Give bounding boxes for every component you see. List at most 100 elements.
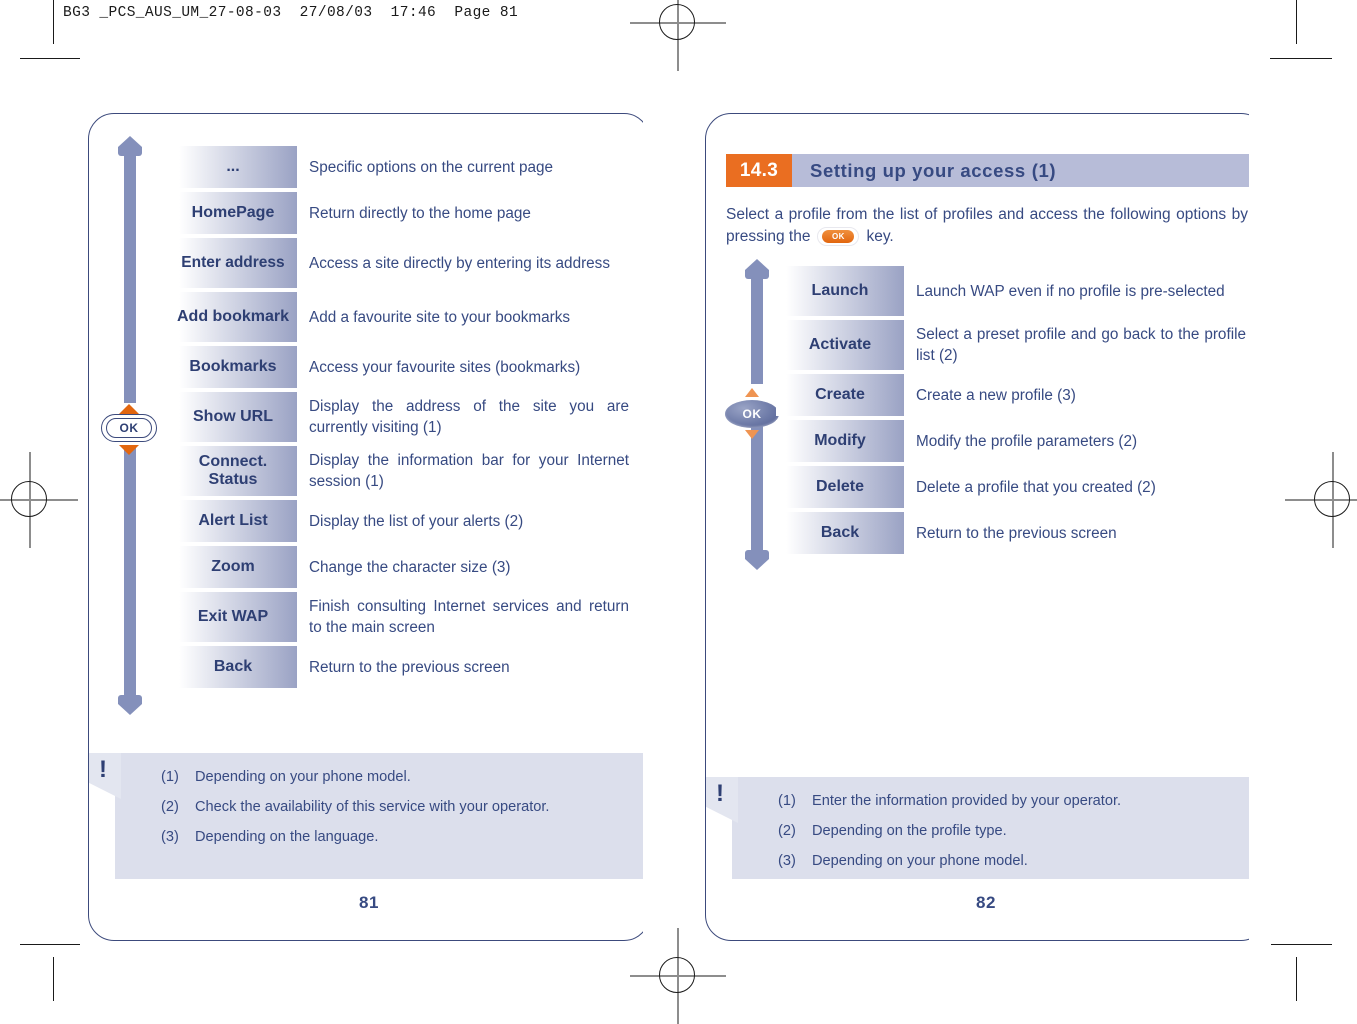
menu-item-description-text: Launch WAP even if no profile is pre-sel… [916,282,1225,300]
menu-item-label[interactable]: Delete [776,466,904,508]
page-edge-mask-left [643,106,665,948]
menu-item-label[interactable]: ... [169,146,297,188]
menu-item-description-text: Display the address of the site you are … [309,398,629,436]
menu-row[interactable]: Create Create a new profile (3) [776,374,1246,416]
menu-row[interactable]: Back Return to the previous screen [776,512,1246,554]
footnote-text: Depending on your phone model. [195,769,411,785]
menu-item-description: Select a preset profile and go back to t… [904,320,1246,370]
menu-item-label[interactable]: Modify [776,420,904,462]
scroll-down-indicator [107,447,153,717]
menu-item-label[interactable]: Show URL [169,392,297,442]
arrow-shaft [751,276,763,384]
menu-item-label[interactable]: Alert List [169,500,297,542]
arrow-shaft [124,447,136,699]
menu-item-description: Access your favourite sites (bookmarks) [309,358,581,376]
menu-item-description: Modify the profile parameters (2) [916,432,1138,450]
menu-item-label[interactable]: HomePage [169,192,297,234]
menu-item-description: Add a favourite site to your bookmarks [309,308,571,326]
menu-row[interactable]: Exit WAP Finish consulting Internet serv… [169,592,629,642]
ok-key-label: OK [742,407,762,421]
intro-text-suffix: key. [866,228,894,245]
crop-mark-top-right-vertical [1296,0,1297,44]
menu-item-label[interactable]: Exit WAP [169,592,297,642]
exclamation-icon: ! [716,780,724,807]
footnote-text: Depending on your phone model. [812,853,1028,869]
registration-circle [659,4,695,40]
ok-key[interactable]: OK [101,414,157,442]
triangle-down-icon [119,445,139,455]
menu-row[interactable]: Alert List Display the list of your aler… [169,500,629,542]
manual-page-left: OK ... Specific options on the current p… [88,113,651,941]
menu-item-label[interactable]: Launch [776,266,904,316]
menu-row[interactable]: HomePage Return directly to the home pag… [169,192,629,234]
menu-item-label[interactable]: Bookmarks [169,346,297,388]
page-edge-mask-right [1249,106,1271,948]
footnote-item: (1) Enter the information provided by yo… [778,791,1246,812]
footnote-list: (1) Depending on your phone model. (2) C… [115,753,651,862]
ok-key-label: OK [119,421,139,435]
ok-key-inline-label: OK [822,230,855,244]
menu-row[interactable]: Delete Delete a profile that you created… [776,466,1246,508]
crop-mark-top-right-horizontal [1270,58,1332,59]
menu-item-label[interactable]: Create [776,374,904,416]
menu-item-description: Access a site directly by entering its a… [297,238,629,288]
menu-row[interactable]: Add bookmark Add a favourite site to you… [169,292,629,342]
menu-item-description: Return directly to the home page [309,204,531,222]
arrow-shaft [751,426,763,554]
menu-item-description: Display the list of your alerts (2) [309,512,524,530]
crop-mark-bottom-right-horizontal [1270,944,1332,945]
footnote-item: (3) Depending on the language. [161,827,629,848]
registration-circle [659,957,695,993]
scroll-up-indicator [107,136,153,406]
menu-item-label[interactable]: Connect. Status [169,446,297,496]
menu-row[interactable]: Back Return to the previous screen [169,646,629,688]
ok-key[interactable]: OK [725,400,779,428]
triangle-up-icon [745,388,759,397]
menu-row[interactable]: Modify Modify the profile parameters (2) [776,420,1246,462]
footnote-box: ! (1) Enter the information provided by … [706,777,1268,879]
menu-row[interactable]: Enter address Access a site directly by … [169,238,629,288]
menu-item-description: Launch WAP even if no profile is pre-sel… [904,266,1246,316]
menu-row[interactable]: ... Specific options on the current page [169,146,629,188]
registration-mark-right [1285,452,1357,548]
menu-item-description: Change the character size (3) [309,558,511,576]
arrow-shaft [124,153,136,403]
arrow-down-icon [118,695,142,715]
menu-item-label[interactable]: Back [776,512,904,554]
menu-item-description: Delete a profile that you created (2) [916,478,1156,496]
section-title-suffix: (1) [1031,159,1057,181]
menu-item-description: Return to the previous screen [916,524,1117,542]
menu-item-description-text: Display the information bar for your Int… [309,452,629,490]
registration-circle [1314,481,1350,517]
menu-row[interactable]: Zoom Change the character size (3) [169,546,629,588]
footnote-number: (2) [778,823,796,839]
section-title-text: Setting up your access [810,159,1026,181]
footnote-item: (2) Check the availability of this servi… [161,797,629,818]
footnote-box: ! (1) Depending on your phone model. (2)… [89,753,651,879]
footnote-item: (3) Depending on your phone model. [778,851,1246,872]
triangle-up-icon [119,404,139,414]
section-title: Setting up your access (1) [792,154,1267,187]
section-header: 14.3 Setting up your access (1) [726,154,1267,187]
footnote-number: (1) [778,793,796,809]
menu-item-label[interactable]: Add bookmark [169,292,297,342]
exclamation-icon: ! [99,756,107,783]
crop-mark-bottom-left-vertical [53,957,54,1001]
menu-item-label[interactable]: Back [169,646,297,688]
menu-row[interactable]: Connect. Status Display the information … [169,446,629,496]
menu-item-label[interactable]: Zoom [169,546,297,588]
intro-text: Select a profile from the list of profil… [726,206,1248,245]
crop-mark-bottom-left-horizontal [20,944,80,945]
menu-item-description-text: Select a preset profile and go back to t… [916,326,1246,364]
menu-item-description-text: Finish consulting Internet services and … [309,598,629,636]
menu-row[interactable]: Bookmarks Access your favourite sites (b… [169,346,629,388]
ok-key-inline-icon[interactable]: OK [817,227,860,247]
menu-item-label[interactable]: Enter address [169,238,297,288]
menu-item-label[interactable]: Activate [776,320,904,370]
menu-row[interactable]: Show URL Display the address of the site… [169,392,629,442]
crop-mark-top-left-horizontal [20,58,80,59]
footnote-list: (1) Enter the information provided by yo… [732,777,1268,886]
crop-mark-bottom-right-vertical [1296,957,1297,1001]
menu-row[interactable]: Launch Launch WAP even if no profile is … [776,266,1246,316]
menu-row[interactable]: Activate Select a preset profile and go … [776,320,1246,370]
